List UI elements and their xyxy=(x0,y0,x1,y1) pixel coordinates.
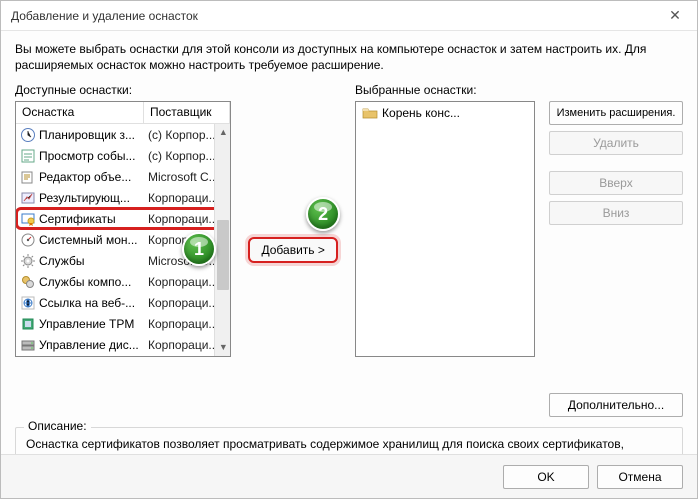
close-icon[interactable]: ✕ xyxy=(653,1,697,31)
available-list[interactable]: Оснастка Поставщик Планировщик з...(c) К… xyxy=(15,101,231,357)
header-snapin[interactable]: Оснастка xyxy=(16,102,144,123)
scroll-thumb[interactable] xyxy=(217,220,229,290)
list-item-name: Результирующ... xyxy=(39,191,144,205)
add-button[interactable]: Добавить > xyxy=(248,237,338,263)
edit-extensions-button[interactable]: Изменить расширения. xyxy=(549,101,683,125)
list-item[interactable]: Службы компо...Корпораци... xyxy=(16,271,230,292)
gear2-icon xyxy=(19,274,37,290)
action-column: Изменить расширения. Удалить Вверх Вниз … xyxy=(549,83,683,417)
dialog-footer: OK Отмена xyxy=(1,454,697,498)
link-icon xyxy=(19,295,37,311)
tree-root-label: Корень конс... xyxy=(382,106,460,120)
list-item[interactable]: Планировщик з...(c) Корпор... xyxy=(16,124,230,145)
list-item-name: Системный мон... xyxy=(39,233,144,247)
list-item-name: Просмотр собы... xyxy=(39,149,144,163)
clock-icon xyxy=(19,127,37,143)
available-headers: Оснастка Поставщик xyxy=(16,102,230,124)
list-item-name: Службы xyxy=(39,254,144,268)
middle-column: 2 Добавить > xyxy=(245,83,341,417)
cert-icon xyxy=(19,211,37,227)
list-item[interactable]: Управление дис...Корпораци... xyxy=(16,334,230,355)
action-buttons: Изменить расширения. Удалить Вверх Вниз xyxy=(549,101,683,225)
cancel-button[interactable]: Отмена xyxy=(597,465,683,489)
result-icon xyxy=(19,190,37,206)
folder-icon xyxy=(362,105,378,121)
selected-label: Выбранные оснастки: xyxy=(355,83,535,97)
list-item-name: Редактор объе... xyxy=(39,170,144,184)
list-item-name: Сертификаты xyxy=(39,212,144,226)
list-item[interactable]: Редактор объе...Microsoft C... xyxy=(16,166,230,187)
move-down-button: Вниз xyxy=(549,201,683,225)
available-column: Доступные оснастки: Оснастка Поставщик П… xyxy=(15,83,231,417)
annotation-badge-2: 2 xyxy=(306,197,340,231)
tpm-icon xyxy=(19,316,37,332)
list-item[interactable]: Управление TPMКорпораци... xyxy=(16,313,230,334)
list-item-name: Планировщик з... xyxy=(39,128,144,142)
list-item[interactable]: Ссылка на веб-...Корпораци... xyxy=(16,292,230,313)
header-vendor[interactable]: Поставщик xyxy=(144,102,230,123)
list-item[interactable]: Управление пе...Microsoft C... xyxy=(16,355,230,356)
edit-icon xyxy=(19,169,37,185)
ok-button[interactable]: OK xyxy=(503,465,589,489)
list-item-name: Управление дис... xyxy=(39,338,144,352)
list-item[interactable]: СертификатыКорпораци... xyxy=(16,208,230,229)
event-icon xyxy=(19,148,37,164)
scroll-up-icon[interactable]: ▲ xyxy=(215,124,230,141)
list-item-name: Управление TPM xyxy=(39,317,144,331)
available-label: Доступные оснастки: xyxy=(15,83,231,97)
disk-icon xyxy=(19,337,37,353)
titlebar: Добавление и удаление оснасток ✕ xyxy=(1,1,697,31)
add-button-wrap: 2 Добавить > xyxy=(248,237,338,263)
window-title: Добавление и удаление оснасток xyxy=(11,9,198,23)
selected-tree[interactable]: Корень конс... xyxy=(355,101,535,357)
selected-column: Выбранные оснастки: Корень конс... xyxy=(355,83,535,417)
list-item-name: Ссылка на веб-... xyxy=(39,296,144,310)
list-item[interactable]: Просмотр собы...(c) Корпор... xyxy=(16,145,230,166)
advanced-button[interactable]: Дополнительно... xyxy=(549,393,683,417)
tree-root-item[interactable]: Корень конс... xyxy=(356,102,534,124)
gear-icon xyxy=(19,253,37,269)
monitor-icon xyxy=(19,232,37,248)
dialog-window: Добавление и удаление оснасток ✕ Вы може… xyxy=(0,0,698,499)
description-legend: Описание: xyxy=(24,419,91,433)
move-up-button: Вверх xyxy=(549,171,683,195)
list-item-name: Службы компо... xyxy=(39,275,144,289)
instructions-text: Вы можете выбрать оснастки для этой конс… xyxy=(15,41,683,73)
remove-button: Удалить xyxy=(549,131,683,155)
list-item[interactable]: Результирующ...Корпораци... xyxy=(16,187,230,208)
scrollbar[interactable]: ▲ ▼ xyxy=(214,124,230,356)
scroll-down-icon[interactable]: ▼ xyxy=(215,339,230,356)
content-area: Вы можете выбрать оснастки для этой конс… xyxy=(1,31,697,480)
